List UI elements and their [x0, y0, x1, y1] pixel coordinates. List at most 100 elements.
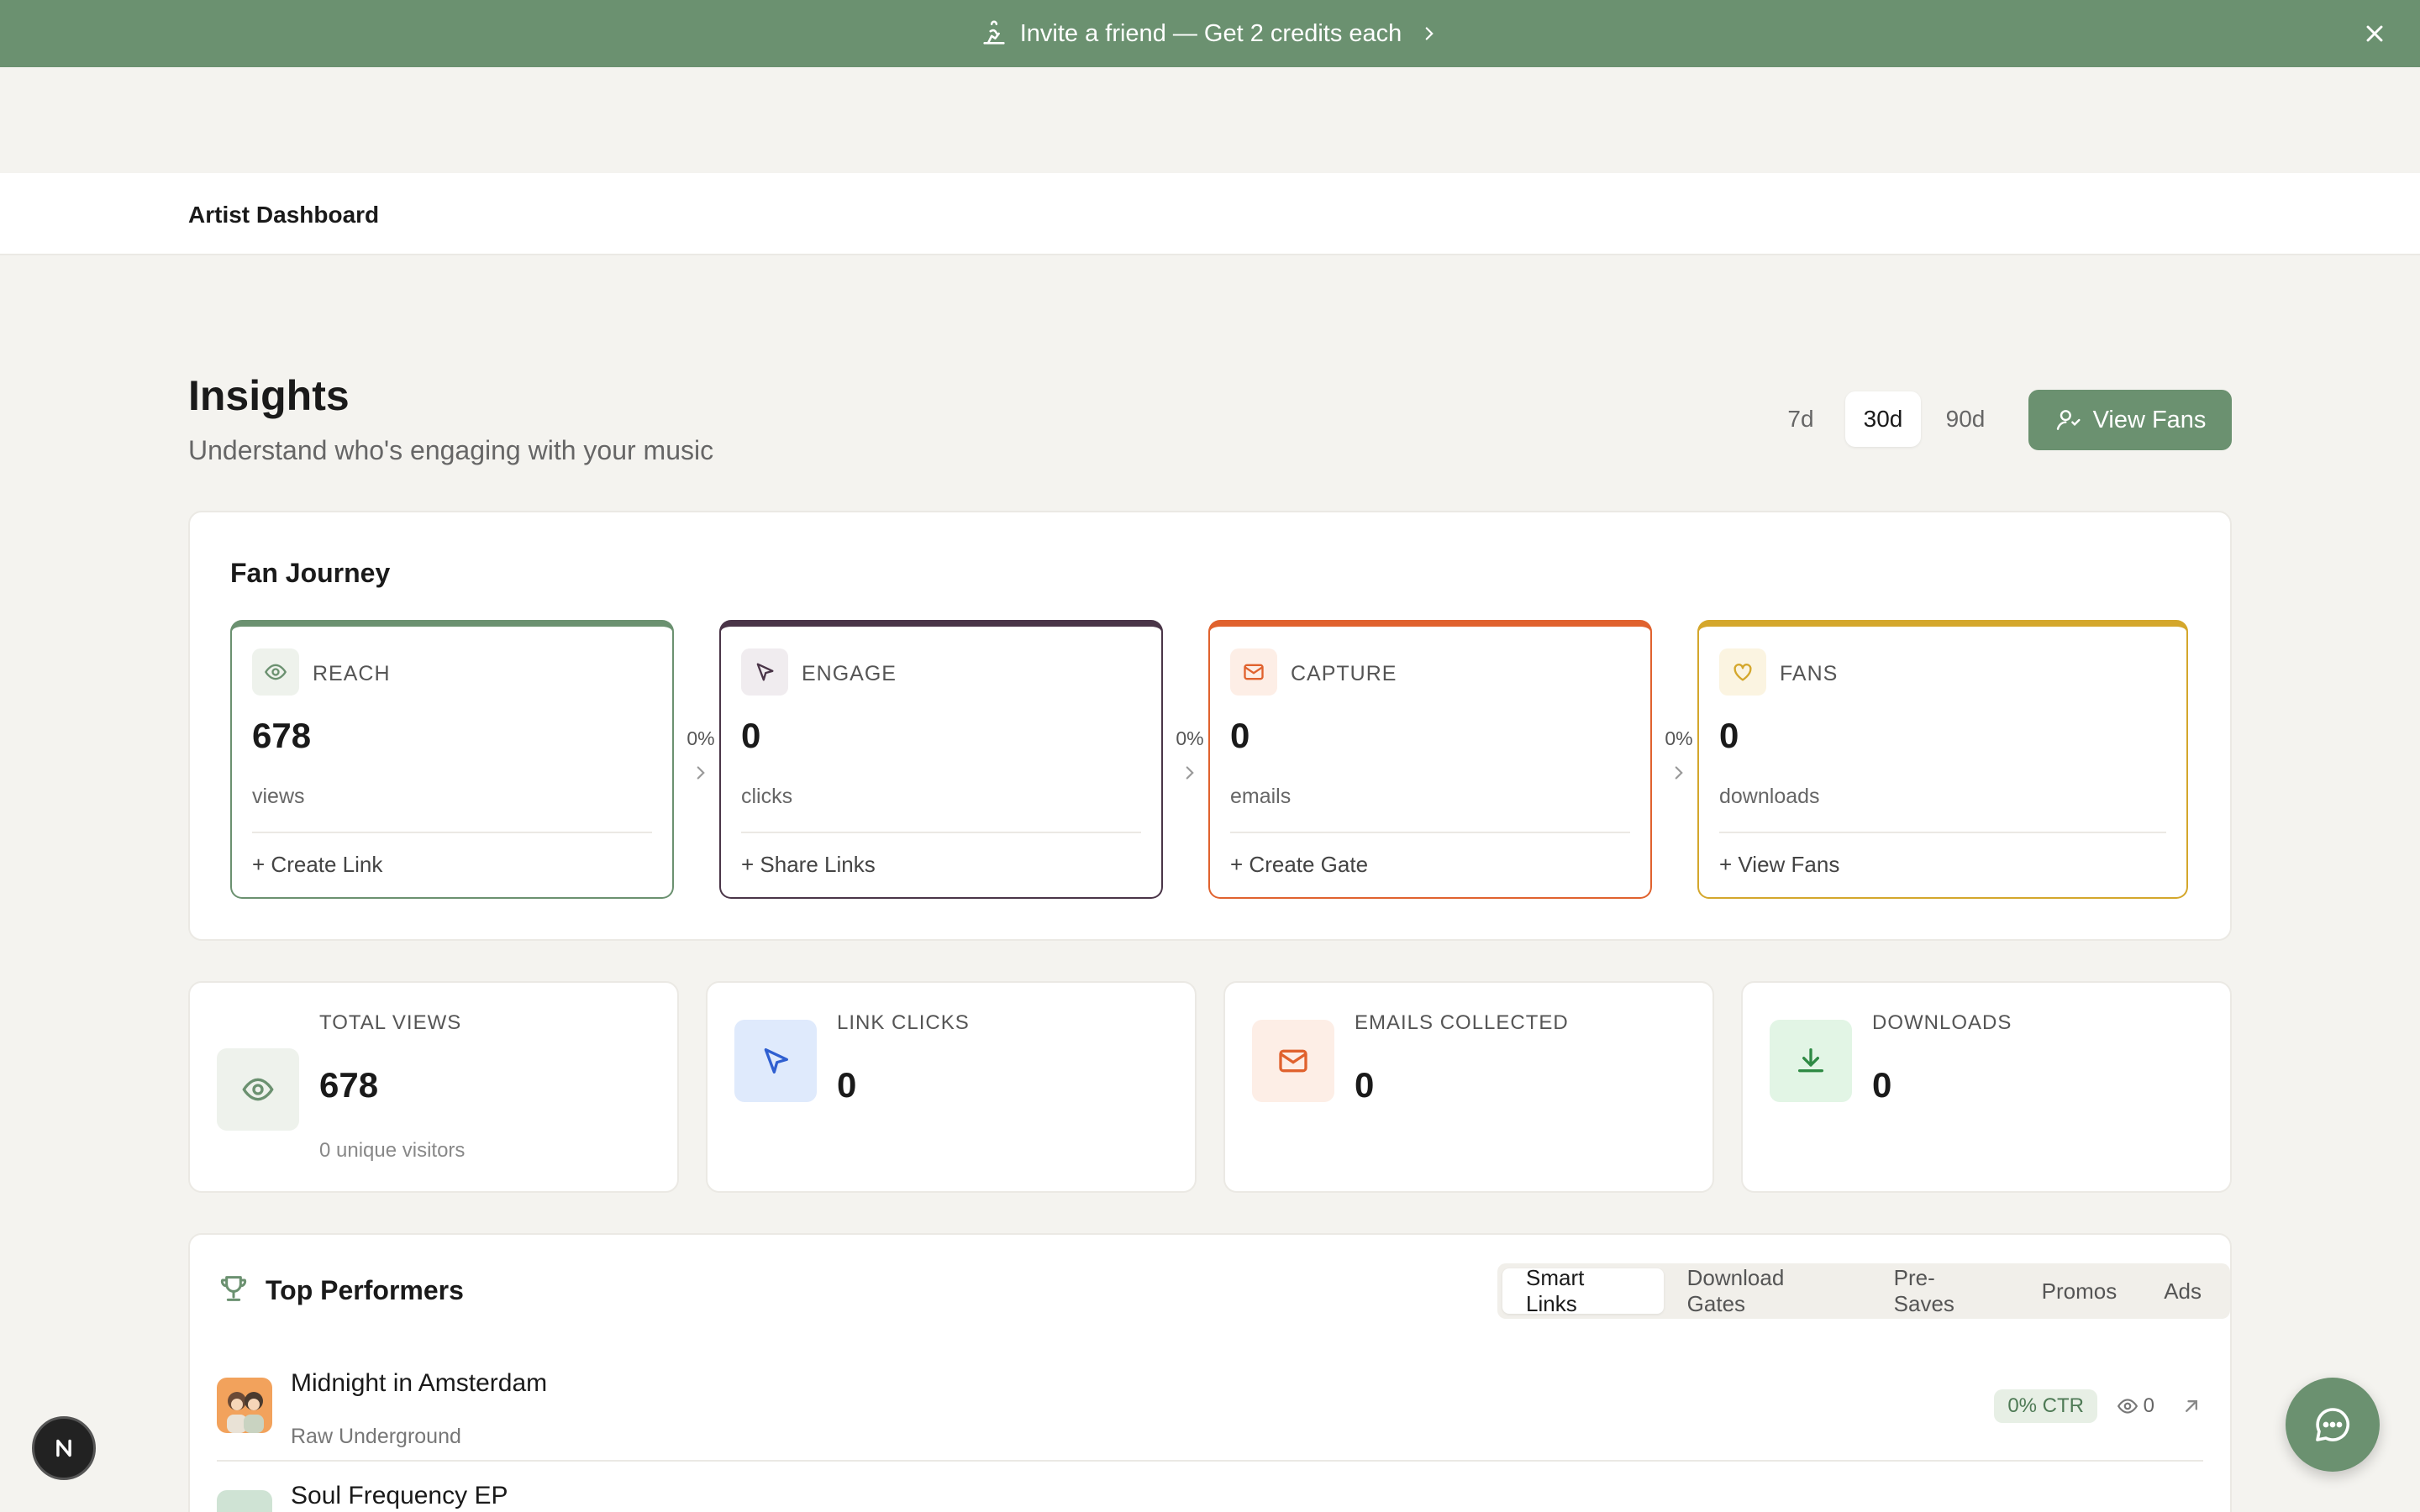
top-bar: Artist Dashboard [0, 173, 2420, 255]
stat-value: 0 [1872, 1065, 1892, 1105]
n-logo-icon [56, 1439, 71, 1457]
range-90d[interactable]: 90d [1928, 391, 2003, 447]
action-label: View Fans [1738, 852, 1840, 877]
range-7d[interactable]: 7d [1763, 391, 1839, 447]
plus-icon: + [252, 852, 271, 877]
banner-text[interactable]: Invite a friend — Get 2 credits each [1020, 20, 1402, 48]
ctr-badge: 0% CTR [1994, 1389, 2097, 1423]
stage-label: ENGAGE [802, 662, 897, 685]
stat-link-clicks: LINK CLICKS 0 [706, 981, 1197, 1193]
stage-capture: CAPTURE 0 emails + Create Gate [1208, 620, 1652, 899]
action-label: Share Links [760, 852, 876, 877]
view-fans-label: View Fans [2092, 406, 2207, 433]
chevron-right-icon [1186, 766, 1194, 780]
performer-tabs: Smart Links Download Gates Pre-Saves Pro… [1497, 1263, 2230, 1319]
tab-smart-links[interactable]: Smart Links [1502, 1265, 1664, 1316]
divider [252, 832, 652, 833]
page-title: Insights [188, 372, 350, 419]
stat-label: DOWNLOADS [1872, 1011, 2012, 1034]
create-link-button[interactable]: + Create Link [252, 852, 382, 878]
cursor-icon [734, 1020, 817, 1102]
view-fans-button[interactable]: View Fans [2028, 390, 2232, 450]
stage-unit: downloads [1719, 785, 1820, 808]
tab-ads[interactable]: Ads [2140, 1268, 2225, 1314]
eye-icon [252, 648, 299, 696]
range-selector: 7d 30d 90d [1763, 391, 2010, 447]
action-label: Create Gate [1249, 852, 1369, 877]
stat-value: 678 [319, 1065, 379, 1105]
stat-emails-collected: EMAILS COLLECTED 0 [1223, 981, 1714, 1193]
conversion-1: 0% [677, 727, 724, 788]
stage-label: CAPTURE [1291, 662, 1397, 685]
dashboard-title: Artist Dashboard [188, 202, 380, 228]
heart-icon [1719, 648, 1766, 696]
stage-value: 678 [252, 716, 312, 755]
download-icon [1770, 1020, 1852, 1102]
view-fans-link[interactable]: + View Fans [1719, 852, 1839, 878]
user-icon [2056, 410, 2081, 430]
tab-pre-saves[interactable]: Pre-Saves [1870, 1265, 2018, 1316]
stage-value: 0 [1230, 716, 1250, 755]
mail-icon [1252, 1020, 1334, 1102]
cover-art [217, 1378, 272, 1433]
gift-icon [983, 20, 1005, 45]
stage-label: REACH [313, 662, 391, 685]
plus-icon: + [741, 852, 760, 877]
chevron-right-icon [1425, 27, 1434, 40]
stat-value: 0 [1355, 1065, 1375, 1105]
cursor-icon [741, 648, 788, 696]
table-row[interactable]: Midnight in Amsterdam Raw Underground 0%… [217, 1351, 2203, 1462]
trophy-icon [220, 1276, 247, 1301]
stat-label: LINK CLICKS [837, 1011, 970, 1034]
fan-journey-card: Fan Journey REACH 678 views + Create Lin… [188, 511, 2232, 941]
plus-icon: + [1230, 852, 1249, 877]
stage-value: 0 [741, 716, 761, 755]
stat-label: TOTAL VIEWS [319, 1011, 462, 1034]
item-name[interactable]: Midnight in Amsterdam [291, 1369, 547, 1398]
stage-reach: REACH 678 views + Create Link [230, 620, 674, 899]
plus-icon: + [1719, 852, 1739, 877]
external-link-icon[interactable] [2180, 1394, 2203, 1418]
stage-engage: ENGAGE 0 clicks + Share Links [719, 620, 1163, 899]
divider [741, 832, 1141, 833]
stage-unit: emails [1230, 785, 1292, 808]
eye-icon [2117, 1399, 2138, 1414]
view-count: 0 [2117, 1394, 2154, 1418]
stage-unit: clicks [741, 785, 793, 808]
create-gate-button[interactable]: + Create Gate [1230, 852, 1368, 878]
stat-subtext: 0 unique visitors [319, 1139, 466, 1162]
page-subtitle: Understand who's engaging with your musi… [188, 435, 714, 465]
stat-downloads: DOWNLOADS 0 [1741, 981, 2232, 1193]
chevron-right-icon [697, 766, 705, 780]
next-logo-button[interactable] [32, 1416, 96, 1480]
chevron-right-icon [1675, 766, 1683, 780]
tab-promos[interactable]: Promos [2018, 1268, 2141, 1314]
stat-label: EMAILS COLLECTED [1355, 1011, 1569, 1034]
chat-button[interactable] [2286, 1378, 2380, 1472]
conversion-2: 0% [1166, 727, 1213, 788]
stat-value: 0 [837, 1065, 857, 1105]
stage-value: 0 [1719, 716, 1739, 755]
table-row[interactable]: Soul Frequency EP [217, 1463, 2203, 1512]
stat-total-views: TOTAL VIEWS 678 0 unique visitors [188, 981, 679, 1193]
conversion-3: 0% [1655, 727, 1702, 788]
conversion-rate: 0% [1665, 727, 1693, 749]
action-label: Create Link [271, 852, 383, 877]
fan-journey-title: Fan Journey [230, 558, 391, 588]
view-count-value: 0 [2143, 1394, 2154, 1417]
stage-unit: views [252, 785, 305, 808]
stage-fans: FANS 0 downloads + View Fans [1697, 620, 2188, 899]
invite-banner[interactable]: Invite a friend — Get 2 credits each [0, 0, 2420, 67]
mail-icon [1230, 648, 1277, 696]
item-artist: Raw Underground [291, 1425, 461, 1448]
share-links-button[interactable]: + Share Links [741, 852, 876, 878]
close-icon[interactable] [2361, 20, 2388, 47]
tab-download-gates[interactable]: Download Gates [1664, 1265, 1870, 1316]
cover-art [217, 1490, 272, 1512]
conversion-rate: 0% [687, 727, 715, 749]
range-30d[interactable]: 30d [1845, 391, 1921, 447]
chat-icon [2316, 1408, 2350, 1441]
conversion-rate: 0% [1176, 727, 1204, 749]
item-name[interactable]: Soul Frequency EP [291, 1482, 508, 1510]
eye-icon [217, 1048, 299, 1131]
